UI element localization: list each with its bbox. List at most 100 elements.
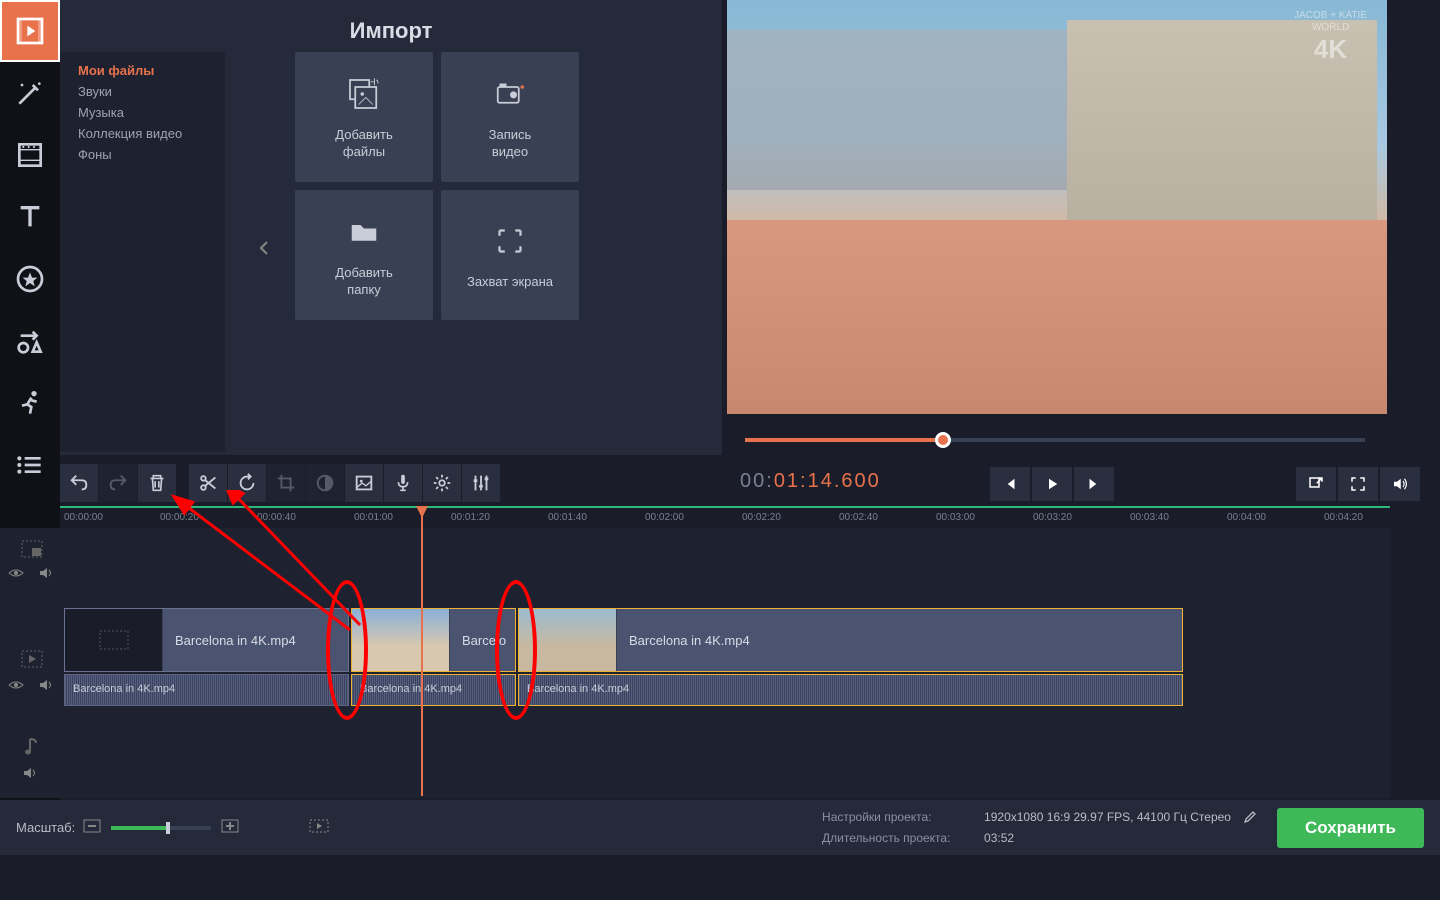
- ruler-tick: 00:03:00: [936, 512, 975, 523]
- rotate-button[interactable]: [228, 464, 266, 502]
- film-icon: [14, 15, 46, 47]
- scissors-icon: [197, 472, 219, 494]
- volume-button[interactable]: [1380, 467, 1420, 501]
- track-mute-toggle[interactable]: [39, 566, 53, 585]
- import-category-video-collection[interactable]: Коллекция видео: [60, 123, 225, 144]
- timeline-ruler[interactable]: 00:00:00 00:00:20 00:00:40 00:01:00 00:0…: [60, 506, 1390, 528]
- equalizer-button[interactable]: [462, 464, 500, 502]
- trash-icon: [146, 472, 168, 494]
- ruler-tick: 00:01:00: [354, 512, 393, 523]
- ruler-tick: 00:03:40: [1130, 512, 1169, 523]
- ruler-tick: 00:03:20: [1033, 512, 1072, 523]
- image-button[interactable]: [345, 464, 383, 502]
- speaker-icon: [39, 678, 53, 692]
- eye-icon: [8, 567, 24, 579]
- ruler-tick: 00:02:40: [839, 512, 878, 523]
- track-visibility-toggle[interactable]: [8, 678, 24, 697]
- list-icon: [14, 449, 46, 481]
- playback-controls: [990, 467, 1114, 501]
- tool-filters[interactable]: [0, 124, 60, 186]
- filmstrip-icon: [14, 139, 46, 171]
- screen-capture-tile[interactable]: Захват экрана: [441, 190, 579, 320]
- import-category-my-files[interactable]: Мои файлы: [60, 60, 225, 81]
- microphone-button[interactable]: [384, 464, 422, 502]
- preview-viewport: JACOB + KATIE WORLD 4K: [727, 0, 1387, 414]
- track-mute-toggle[interactable]: [39, 678, 53, 697]
- volume-icon: [1391, 475, 1409, 493]
- import-category-backgrounds[interactable]: Фоны: [60, 144, 225, 165]
- audio-clip-2[interactable]: Barcelona in 4K.mp4: [351, 674, 516, 706]
- video-track-icon: [18, 648, 46, 670]
- import-category-music[interactable]: Музыка: [60, 102, 225, 123]
- gear-icon: [431, 472, 453, 494]
- prev-frame-button[interactable]: [990, 467, 1030, 501]
- status-bar: Масштаб: Настройки проекта: 1920x1080 16…: [0, 800, 1440, 855]
- collapse-sidebar-button[interactable]: [258, 240, 270, 261]
- ruler-tick: 00:02:20: [742, 512, 781, 523]
- delete-button[interactable]: [138, 464, 176, 502]
- overlay-track-icon: [18, 538, 46, 560]
- video-clip-3[interactable]: Barcelona in 4K.mp4: [518, 608, 1183, 672]
- track-mute-toggle[interactable]: [23, 766, 37, 785]
- fullscreen-button[interactable]: [1338, 467, 1378, 501]
- speaker-icon: [39, 566, 53, 580]
- music-track-controls: [0, 766, 60, 785]
- import-title: Импорт: [60, 0, 722, 56]
- ruler-tick: 00:01:40: [548, 512, 587, 523]
- add-files-label: Добавить файлы: [335, 127, 392, 161]
- tool-motion[interactable]: [0, 372, 60, 434]
- edit-project-settings-button[interactable]: [1243, 810, 1257, 827]
- clip-label: Barcelona in 4K.mp4: [163, 633, 296, 648]
- track-visibility-toggle[interactable]: [8, 566, 24, 585]
- audio-clip-3[interactable]: Barcelona in 4K.mp4: [518, 674, 1183, 706]
- zoom-fit-icon[interactable]: [309, 819, 329, 836]
- image-icon: [353, 472, 375, 494]
- tool-media[interactable]: [0, 0, 60, 62]
- tool-text[interactable]: [0, 186, 60, 248]
- video-clip-2[interactable]: Barcelo: [351, 608, 516, 672]
- tool-shapes[interactable]: [0, 310, 60, 372]
- import-panel: Импорт Мои файлы Звуки Музыка Коллекция …: [60, 0, 722, 455]
- music-note-icon: [24, 737, 40, 757]
- ruler-tick: 00:02:00: [645, 512, 684, 523]
- popout-button[interactable]: [1296, 467, 1336, 501]
- pip-icon: [21, 540, 43, 558]
- undo-button[interactable]: [60, 464, 98, 502]
- record-video-tile[interactable]: Запись видео: [441, 52, 579, 182]
- save-button[interactable]: Сохранить: [1277, 808, 1424, 848]
- play-button[interactable]: [1032, 467, 1072, 501]
- audio-clip-1[interactable]: Barcelona in 4K.mp4: [64, 674, 349, 706]
- zoom-label: Масштаб:: [16, 820, 75, 835]
- tool-list[interactable]: [0, 434, 60, 496]
- ruler-tick: 00:04:20: [1324, 512, 1363, 523]
- preview-right-controls: [1296, 467, 1420, 501]
- chevron-left-icon: [258, 240, 270, 256]
- settings-button[interactable]: [423, 464, 461, 502]
- ruler-tick: 00:01:20: [451, 512, 490, 523]
- timecode-display: 00:01:14.600: [740, 470, 881, 494]
- music-track-icon: [18, 736, 46, 758]
- tool-stickers[interactable]: [0, 248, 60, 310]
- video-clip-1[interactable]: Barcelona in 4K.mp4: [64, 608, 349, 672]
- tool-magic-wand[interactable]: [0, 62, 60, 124]
- video-track-glyph-icon: [21, 650, 43, 668]
- zoom-in-icon[interactable]: [221, 819, 239, 836]
- add-folder-tile[interactable]: Добавить папку: [295, 190, 433, 320]
- fullscreen-icon: [1349, 475, 1367, 493]
- play-icon: [1043, 475, 1061, 493]
- folder-icon: [343, 211, 385, 253]
- playhead[interactable]: [421, 506, 423, 796]
- split-button[interactable]: [189, 464, 227, 502]
- ruler-tick: 00:00:20: [160, 512, 199, 523]
- add-files-tile[interactable]: Добавить файлы: [295, 52, 433, 182]
- preview-watermark: JACOB + KATIE WORLD 4K: [1294, 10, 1367, 65]
- zoom-slider[interactable]: [111, 826, 211, 830]
- import-category-sounds[interactable]: Звуки: [60, 81, 225, 102]
- next-frame-button[interactable]: [1074, 467, 1114, 501]
- speaker-icon: [23, 766, 37, 780]
- crop-button[interactable]: [267, 464, 305, 502]
- preview-scrubber[interactable]: [745, 432, 1365, 448]
- color-adjust-button[interactable]: [306, 464, 344, 502]
- zoom-out-icon[interactable]: [83, 819, 101, 836]
- redo-button[interactable]: [99, 464, 137, 502]
